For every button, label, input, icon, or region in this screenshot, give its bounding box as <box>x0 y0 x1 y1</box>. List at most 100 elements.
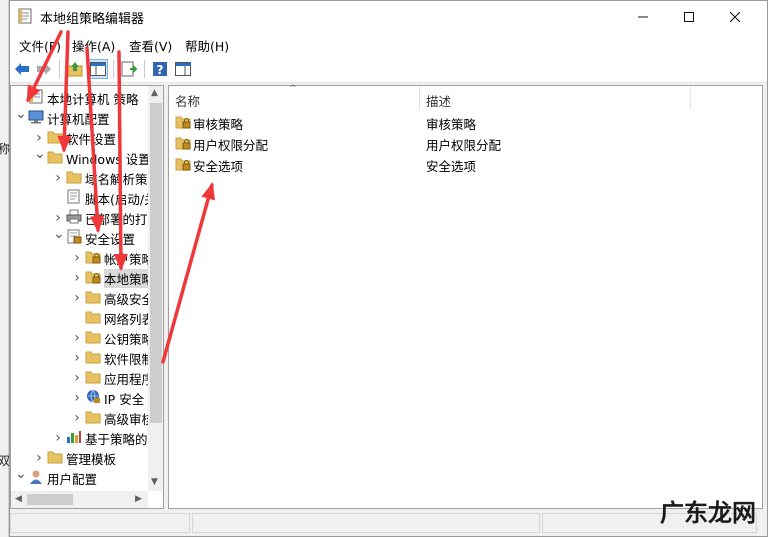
locked-folder-icon <box>85 249 101 264</box>
menu-action[interactable]: 操作(A) <box>72 36 115 55</box>
toolbar-separator <box>144 60 145 78</box>
watermark-text: 广东龙网 <box>660 498 756 527</box>
list-item-description: 审核策略 <box>426 117 477 132</box>
minimize-icon <box>638 16 648 17</box>
tree-item-label: 本地计算机 策略 <box>47 92 139 107</box>
up-one-level-button[interactable] <box>65 59 85 79</box>
chevron-down-icon[interactable]: ⌄ <box>15 106 27 122</box>
tree-item-label: 本地策略 <box>104 269 155 288</box>
list-item[interactable]: 安全选项 安全选项 <box>169 154 762 174</box>
tree-item[interactable]: 脚本(启动/关机) <box>11 187 163 207</box>
tree-item[interactable]: 网络列表 <box>11 307 154 327</box>
chevron-right-icon[interactable]: › <box>72 350 82 366</box>
console-tree[interactable]: 本地计算机 策略 ⌄ 计算机配置 › 软件设置 ⌄ Windows 设置 › 域名解析策略 脚本(… <box>10 85 164 509</box>
tree-item-label: 高级安全 <box>104 292 155 307</box>
status-segment <box>10 513 190 533</box>
sort-ascending-icon: ^ <box>289 84 297 94</box>
security-settings-icon <box>66 229 82 244</box>
chevron-right-icon[interactable]: › <box>72 330 82 346</box>
tree-item-label: Windows 设置 <box>66 152 151 167</box>
tree-item-label: 帐户策略 <box>104 252 155 267</box>
column-header-label: 描述 <box>426 94 452 109</box>
tree-item-label: 安全设置 <box>85 232 136 247</box>
tree-item[interactable]: › 应用程序 <box>11 367 154 387</box>
folder-icon <box>47 129 63 144</box>
chevron-right-icon[interactable]: › <box>34 450 44 466</box>
tree-item[interactable]: › 高级审核 <box>11 407 154 427</box>
tree-item[interactable]: ⌄ Windows 设置 <box>11 146 151 167</box>
up-folder-icon <box>67 62 83 77</box>
menu-bar: 文件(F) 操作(A) 查看(V) 帮助(H) <box>10 32 767 55</box>
chevron-down-icon[interactable]: ⌄ <box>53 226 65 242</box>
tree-item[interactable]: 本地计算机 策略 <box>11 87 148 107</box>
column-header-description[interactable]: 描述 <box>420 86 691 110</box>
chevron-right-icon[interactable]: › <box>53 430 63 446</box>
locked-folder-icon <box>175 114 191 129</box>
export-list-button[interactable] <box>119 59 139 79</box>
folder-icon <box>47 149 63 164</box>
tree-item[interactable]: › 帐户策略 <box>11 247 154 267</box>
chevron-right-icon[interactable]: › <box>72 410 82 426</box>
chevron-down-icon[interactable]: ⌄ <box>34 146 46 162</box>
svg-text:?: ? <box>157 63 164 77</box>
close-button[interactable] <box>712 1 758 32</box>
minimize-button[interactable] <box>620 1 666 32</box>
scroll-thumb[interactable] <box>27 494 73 505</box>
menu-view[interactable]: 查看(V) <box>129 36 172 55</box>
forward-button[interactable] <box>34 59 54 79</box>
tree-item-label: 高级审核 <box>104 412 155 427</box>
chevron-right-icon[interactable]: › <box>72 250 82 266</box>
tree-horizontal-scrollbar[interactable]: ◀ ▶ <box>11 491 148 508</box>
chevron-right-icon[interactable]: › <box>72 290 82 306</box>
list-item[interactable]: 审核策略 审核策略 <box>169 112 762 132</box>
scroll-left-arrow-icon[interactable]: ◀ <box>15 494 22 504</box>
folder-icon <box>85 349 101 364</box>
folder-icon <box>85 289 101 304</box>
tree-item[interactable]: ⌄ 用户配置 <box>11 466 148 487</box>
tree-item[interactable]: › 软件设置 <box>11 127 148 147</box>
tree-item[interactable]: › 软件限制 <box>11 347 154 367</box>
chevron-right-icon[interactable]: › <box>72 390 82 406</box>
chevron-right-icon[interactable]: › <box>72 370 82 386</box>
menu-file[interactable]: 文件(F) <box>19 36 61 55</box>
list-item-description: 用户权限分配 <box>426 138 502 153</box>
tree-item[interactable]: › 已部署的打印机 <box>11 207 163 227</box>
tree-item[interactable]: › 管理模板 <box>11 447 148 467</box>
scroll-right-arrow-icon[interactable]: ▶ <box>135 494 142 504</box>
column-header-name[interactable]: 名称 ^ <box>169 84 420 110</box>
title-bar: 本地组策略编辑器 <box>10 1 767 32</box>
tree-item[interactable]: › 高级安全 <box>11 287 154 307</box>
tree-item[interactable]: ⌄ 计算机配置 <box>11 106 148 127</box>
menu-help[interactable]: 帮助(H) <box>185 36 229 55</box>
tree-vertical-scrollbar[interactable]: ▲ ▼ <box>148 86 163 491</box>
chevron-right-icon[interactable]: › <box>53 210 63 226</box>
tree-item-label: 公钥策略 <box>104 332 155 347</box>
tree-item[interactable]: › 基于策略的 <box>11 427 148 447</box>
forward-arrow-icon <box>37 63 51 75</box>
tree-item[interactable]: › IP 安全 <box>11 387 148 407</box>
chevron-down-icon[interactable]: ⌄ <box>15 466 27 482</box>
maximize-button[interactable] <box>666 1 712 32</box>
chevron-right-icon[interactable]: › <box>72 270 82 286</box>
scroll-thumb[interactable] <box>150 103 162 423</box>
scroll-up-arrow-icon[interactable]: ▲ <box>151 88 158 98</box>
chart-icon <box>66 429 82 444</box>
scroll-down-arrow-icon[interactable]: ▼ <box>151 477 158 487</box>
list-item[interactable]: 用户权限分配 用户权限分配 <box>169 133 762 153</box>
folder-icon <box>47 449 63 464</box>
tree-item-label: 应用程序 <box>104 372 155 387</box>
chevron-right-icon[interactable]: › <box>53 170 63 186</box>
locked-folder-icon <box>175 156 191 171</box>
tree-item[interactable]: › 公钥策略 <box>11 327 154 347</box>
tree-item[interactable]: › 域名解析策略 <box>11 167 160 187</box>
help-button[interactable]: ? <box>150 59 170 79</box>
tree-item[interactable]: › 本地策略 <box>11 267 155 288</box>
show-hide-action-pane-button[interactable] <box>173 59 193 79</box>
tree-item-label: 管理模板 <box>66 452 117 467</box>
back-button[interactable] <box>12 59 32 79</box>
show-hide-console-tree-button[interactable] <box>88 59 108 79</box>
chevron-right-icon[interactable]: › <box>34 130 44 146</box>
toolbar-separator <box>113 60 114 78</box>
tree-item[interactable]: ⌄ 安全设置 <box>11 226 148 247</box>
user-icon <box>28 469 44 484</box>
